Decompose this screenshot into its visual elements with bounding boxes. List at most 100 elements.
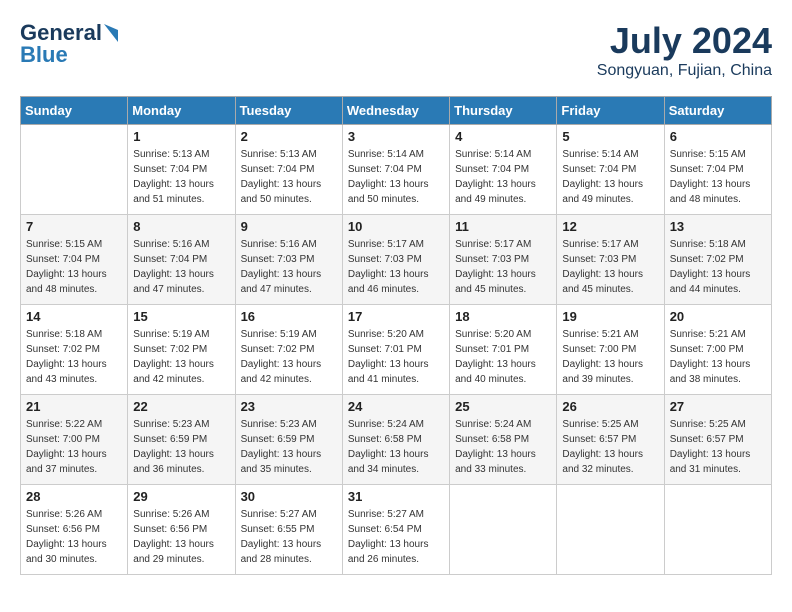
cell-info: Sunrise: 5:20 AMSunset: 7:01 PMDaylight:… <box>348 327 444 387</box>
day-header-friday: Friday <box>557 97 664 125</box>
calendar-cell <box>664 485 771 575</box>
day-number: 23 <box>241 399 337 414</box>
logo: General Blue <box>20 20 118 68</box>
day-number: 1 <box>133 129 229 144</box>
cell-info: Sunrise: 5:15 AMSunset: 7:04 PMDaylight:… <box>670 147 766 207</box>
day-number: 4 <box>455 129 551 144</box>
calendar-cell: 21 Sunrise: 5:22 AMSunset: 7:00 PMDayligh… <box>21 395 128 485</box>
page-header: General Blue July 2024 Songyuan, Fujian,… <box>20 20 772 80</box>
week-row-2: 7Sunrise: 5:15 AMSunset: 7:04 PMDaylight… <box>21 215 772 305</box>
week-row-5: 28Sunrise: 5:26 AMSunset: 6:56 PMDayligh… <box>21 485 772 575</box>
cell-info: Sunrise: 5:26 AMSunset: 6:56 PMDaylight:… <box>133 507 229 567</box>
cell-info: Sunrise: 5:17 AMSunset: 7:03 PMDaylight:… <box>562 237 658 297</box>
cell-info: Sunrise: 5:16 AMSunset: 7:03 PMDaylight:… <box>241 237 337 297</box>
day-number: 2 <box>241 129 337 144</box>
logo-icon <box>104 24 118 42</box>
cell-info: Sunrise: 5:27 AMSunset: 6:54 PMDaylight:… <box>348 507 444 567</box>
week-row-1: 1 Sunrise: 5:13 AMSunset: 7:04 PMDaylight… <box>21 125 772 215</box>
calendar-cell: 9 Sunrise: 5:16 AMSunset: 7:03 PMDaylight… <box>235 215 342 305</box>
day-number: 5 <box>562 129 658 144</box>
calendar-cell <box>557 485 664 575</box>
calendar-cell: 2 Sunrise: 5:13 AMSunset: 7:04 PMDaylight… <box>235 125 342 215</box>
cell-info: Sunrise: 5:25 AMSunset: 6:57 PMDaylight:… <box>670 417 766 477</box>
title-block: July 2024 Songyuan, Fujian, China <box>597 20 772 80</box>
calendar-cell: 15 Sunrise: 5:19 AMSunset: 7:02 PMDayligh… <box>128 305 235 395</box>
calendar-cell: 24 Sunrise: 5:24 AMSunset: 6:58 PMDayligh… <box>342 395 449 485</box>
day-number: 25 <box>455 399 551 414</box>
calendar-cell: 23 Sunrise: 5:23 AMSunset: 6:59 PMDayligh… <box>235 395 342 485</box>
day-number: 12 <box>562 219 658 234</box>
cell-info: Sunrise: 5:25 AMSunset: 6:57 PMDaylight:… <box>562 417 658 477</box>
calendar-cell: 20 Sunrise: 5:21 AMSunset: 7:00 PMDayligh… <box>664 305 771 395</box>
day-header-monday: Monday <box>128 97 235 125</box>
cell-info: Sunrise: 5:18 AMSunset: 7:02 PMDaylight:… <box>26 327 122 387</box>
calendar-cell: 27Sunrise: 5:25 AMSunset: 6:57 PMDayligh… <box>664 395 771 485</box>
calendar-cell: 26 Sunrise: 5:25 AMSunset: 6:57 PMDayligh… <box>557 395 664 485</box>
cell-info: Sunrise: 5:23 AMSunset: 6:59 PMDaylight:… <box>241 417 337 477</box>
calendar-cell: 1Sunrise: 5:13 AMSunset: 7:04 PMDaylight… <box>128 125 235 215</box>
logo-blue: Blue <box>20 42 68 68</box>
day-header-thursday: Thursday <box>450 97 557 125</box>
day-number: 14 <box>26 309 122 324</box>
cell-info: Sunrise: 5:27 AMSunset: 6:55 PMDaylight:… <box>241 507 337 567</box>
calendar-cell: 14 Sunrise: 5:18 AMSunset: 7:02 PMDayligh… <box>21 305 128 395</box>
calendar-cell <box>450 485 557 575</box>
cell-info: Sunrise: 5:13 AMSunset: 7:04 PMDaylight:… <box>241 147 337 207</box>
calendar-cell: 11 Sunrise: 5:17 AMSunset: 7:03 PMDayligh… <box>450 215 557 305</box>
day-number: 13 <box>670 219 766 234</box>
cell-info: Sunrise: 5:19 AMSunset: 7:02 PMDaylight:… <box>133 327 229 387</box>
calendar-cell: 8Sunrise: 5:16 AMSunset: 7:04 PMDaylight… <box>128 215 235 305</box>
day-number: 19 <box>562 309 658 324</box>
calendar-cell: 5 Sunrise: 5:14 AMSunset: 7:04 PMDaylight… <box>557 125 664 215</box>
cell-info: Sunrise: 5:18 AMSunset: 7:02 PMDaylight:… <box>670 237 766 297</box>
day-number: 15 <box>133 309 229 324</box>
day-header-sunday: Sunday <box>21 97 128 125</box>
calendar-cell: 17 Sunrise: 5:20 AMSunset: 7:01 PMDayligh… <box>342 305 449 395</box>
calendar-cell: 29 Sunrise: 5:26 AMSunset: 6:56 PMDayligh… <box>128 485 235 575</box>
calendar-cell: 30 Sunrise: 5:27 AMSunset: 6:55 PMDayligh… <box>235 485 342 575</box>
day-number: 11 <box>455 219 551 234</box>
calendar-cell: 7Sunrise: 5:15 AMSunset: 7:04 PMDaylight… <box>21 215 128 305</box>
day-number: 17 <box>348 309 444 324</box>
cell-info: Sunrise: 5:26 AMSunset: 6:56 PMDaylight:… <box>26 507 122 567</box>
day-number: 30 <box>241 489 337 504</box>
cell-info: Sunrise: 5:22 AMSunset: 7:00 PMDaylight:… <box>26 417 122 477</box>
calendar-cell: 3Sunrise: 5:14 AMSunset: 7:04 PMDaylight… <box>342 125 449 215</box>
cell-info: Sunrise: 5:24 AMSunset: 6:58 PMDaylight:… <box>348 417 444 477</box>
week-row-4: 21 Sunrise: 5:22 AMSunset: 7:00 PMDayligh… <box>21 395 772 485</box>
day-number: 18 <box>455 309 551 324</box>
day-number: 22 <box>133 399 229 414</box>
cell-info: Sunrise: 5:17 AMSunset: 7:03 PMDaylight:… <box>455 237 551 297</box>
cell-info: Sunrise: 5:23 AMSunset: 6:59 PMDaylight:… <box>133 417 229 477</box>
day-number: 24 <box>348 399 444 414</box>
calendar-cell: 25Sunrise: 5:24 AMSunset: 6:58 PMDayligh… <box>450 395 557 485</box>
day-number: 10 <box>348 219 444 234</box>
week-row-3: 14 Sunrise: 5:18 AMSunset: 7:02 PMDayligh… <box>21 305 772 395</box>
location: Songyuan, Fujian, China <box>597 62 772 80</box>
cell-info: Sunrise: 5:17 AMSunset: 7:03 PMDaylight:… <box>348 237 444 297</box>
month-title: July 2024 <box>597 20 772 62</box>
cell-info: Sunrise: 5:21 AMSunset: 7:00 PMDaylight:… <box>670 327 766 387</box>
cell-info: Sunrise: 5:14 AMSunset: 7:04 PMDaylight:… <box>562 147 658 207</box>
day-number: 7 <box>26 219 122 234</box>
calendar-cell: 13 Sunrise: 5:18 AMSunset: 7:02 PMDayligh… <box>664 215 771 305</box>
day-number: 6 <box>670 129 766 144</box>
calendar-cell: 16Sunrise: 5:19 AMSunset: 7:02 PMDayligh… <box>235 305 342 395</box>
day-header-saturday: Saturday <box>664 97 771 125</box>
calendar-cell: 12 Sunrise: 5:17 AMSunset: 7:03 PMDayligh… <box>557 215 664 305</box>
cell-info: Sunrise: 5:21 AMSunset: 7:00 PMDaylight:… <box>562 327 658 387</box>
calendar-cell: 22 Sunrise: 5:23 AMSunset: 6:59 PMDayligh… <box>128 395 235 485</box>
cell-info: Sunrise: 5:14 AMSunset: 7:04 PMDaylight:… <box>455 147 551 207</box>
day-number: 21 <box>26 399 122 414</box>
day-number: 26 <box>562 399 658 414</box>
calendar-cell <box>21 125 128 215</box>
cell-info: Sunrise: 5:14 AMSunset: 7:04 PMDaylight:… <box>348 147 444 207</box>
header-row: SundayMondayTuesdayWednesdayThursdayFrid… <box>21 97 772 125</box>
day-number: 29 <box>133 489 229 504</box>
calendar-cell: 10 Sunrise: 5:17 AMSunset: 7:03 PMDayligh… <box>342 215 449 305</box>
calendar-cell: 28Sunrise: 5:26 AMSunset: 6:56 PMDayligh… <box>21 485 128 575</box>
day-number: 9 <box>241 219 337 234</box>
cell-info: Sunrise: 5:20 AMSunset: 7:01 PMDaylight:… <box>455 327 551 387</box>
day-header-wednesday: Wednesday <box>342 97 449 125</box>
day-number: 20 <box>670 309 766 324</box>
